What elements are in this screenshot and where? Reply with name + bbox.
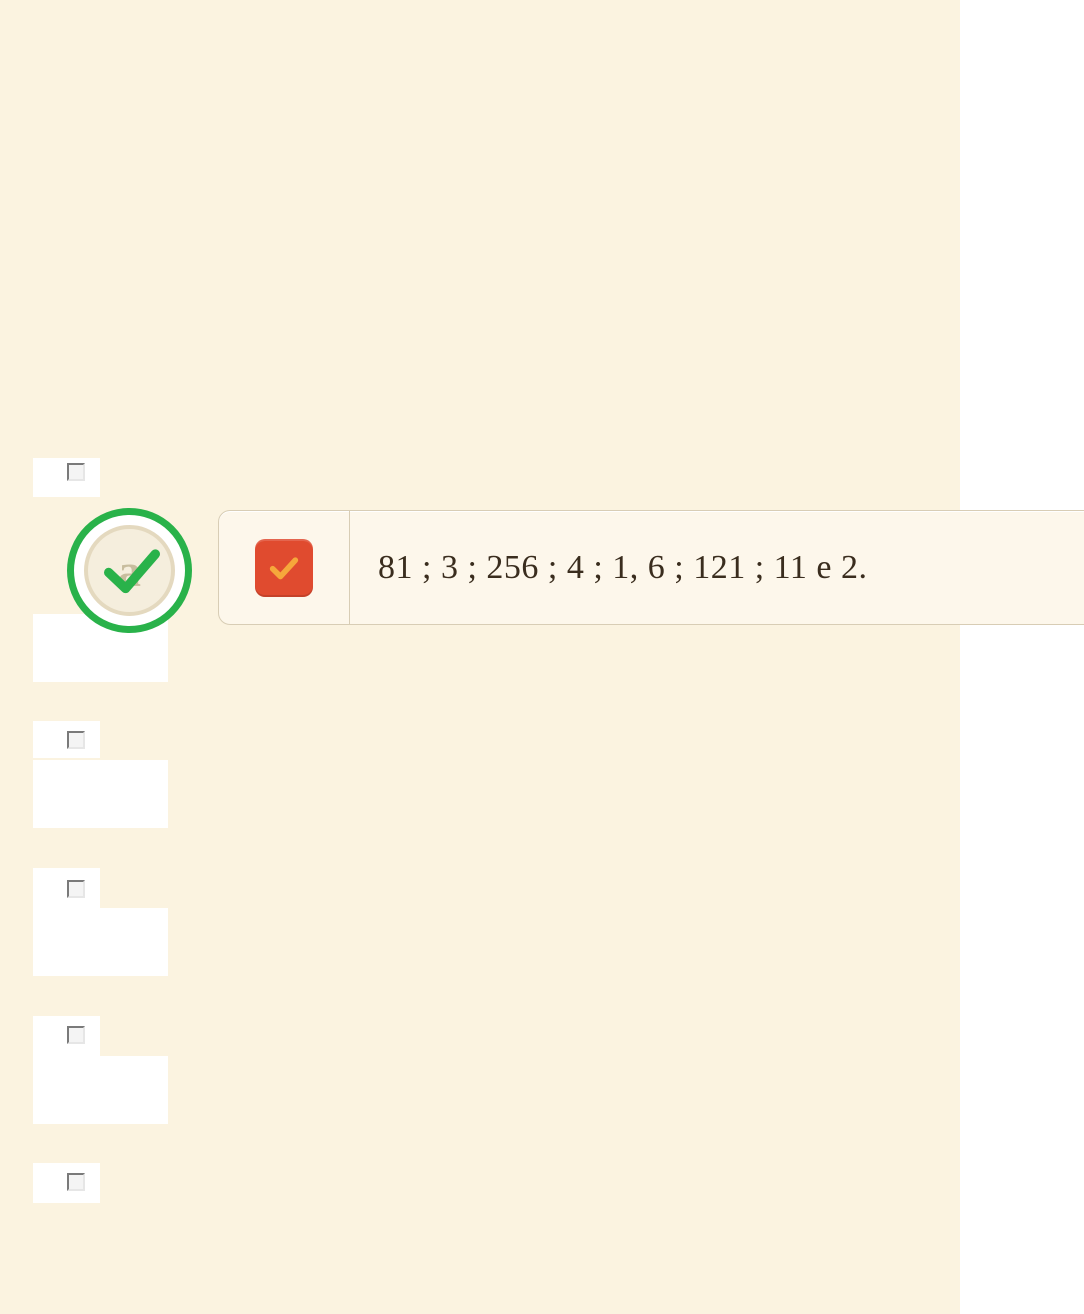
item-checkbox[interactable] xyxy=(67,1026,85,1044)
list-item-bg xyxy=(33,908,168,976)
list-item-bg xyxy=(33,1056,168,1124)
correct-option-badge: a xyxy=(67,508,192,633)
item-checkbox[interactable] xyxy=(67,463,85,481)
answer-card: 81 ; 3 ; 256 ; 4 ; 1, 6 ; 121 ; 11 e 2. xyxy=(218,510,1084,625)
item-checkbox[interactable] xyxy=(67,880,85,898)
item-checkbox[interactable] xyxy=(67,731,85,749)
answer-flag-cell xyxy=(219,511,350,624)
answer-text: 81 ; 3 ; 256 ; 4 ; 1, 6 ; 121 ; 11 e 2. xyxy=(350,511,1084,624)
check-icon xyxy=(267,551,301,585)
option-letter: a xyxy=(118,544,141,597)
badge-inner: a xyxy=(84,525,175,616)
item-checkbox[interactable] xyxy=(67,1173,85,1191)
answer-flag-button[interactable] xyxy=(255,539,313,597)
list-item-bg xyxy=(33,760,168,828)
